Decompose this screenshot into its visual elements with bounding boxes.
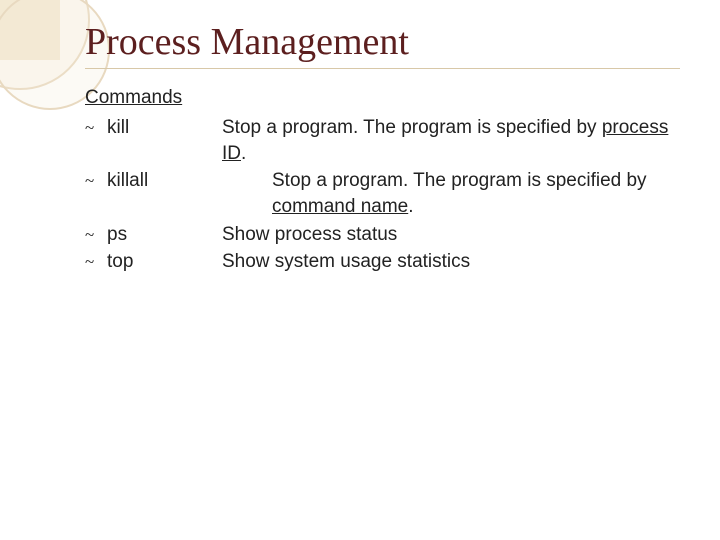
bullet-icon: ~ xyxy=(85,249,107,274)
list-item: ~ killall Stop a program. The program is… xyxy=(85,168,680,219)
command-name: killall xyxy=(107,168,222,194)
command-desc: Stop a program. The program is specified… xyxy=(222,168,680,219)
command-desc: Stop a program. The program is specified… xyxy=(222,115,680,166)
bullet-icon: ~ xyxy=(85,115,107,140)
list-item: ~ ps Show process status xyxy=(85,222,680,248)
command-name: kill xyxy=(107,115,222,141)
command-name: top xyxy=(107,249,222,275)
command-desc: Show process status xyxy=(222,222,680,248)
bullet-icon: ~ xyxy=(85,222,107,247)
command-list: ~ kill Stop a program. The program is sp… xyxy=(85,115,680,275)
slide-body: Process Management Commands ~ kill Stop … xyxy=(0,0,720,540)
command-desc: Show system usage statistics xyxy=(222,249,680,275)
section-label: Commands xyxy=(85,87,680,109)
command-name: ps xyxy=(107,222,222,248)
list-item: ~ top Show system usage statistics xyxy=(85,249,680,275)
bullet-icon: ~ xyxy=(85,168,107,193)
list-item: ~ kill Stop a program. The program is sp… xyxy=(85,115,680,166)
page-title: Process Management xyxy=(85,20,680,69)
